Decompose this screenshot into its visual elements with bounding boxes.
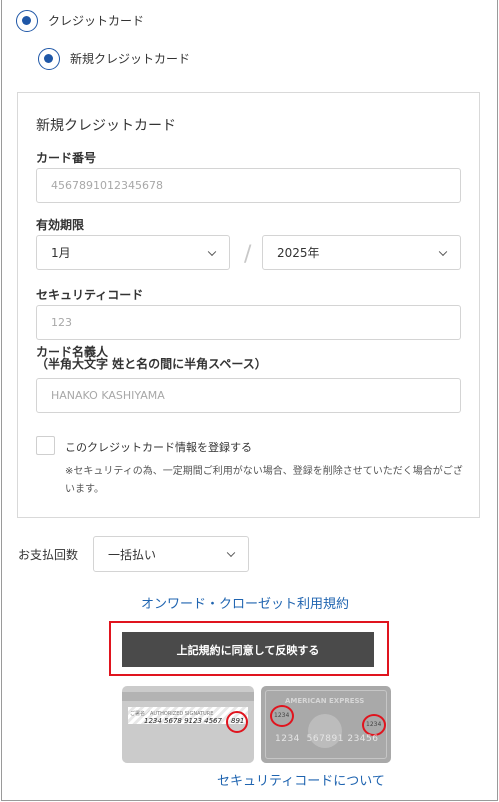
- chevron-down-icon: [438, 247, 448, 256]
- credit-card-radio[interactable]: [16, 10, 38, 32]
- new-card-radio[interactable]: [38, 48, 60, 70]
- highlight-circle: [226, 711, 248, 733]
- chevron-down-icon: [226, 548, 236, 558]
- save-card-checkbox[interactable]: [36, 436, 55, 455]
- installments-select[interactable]: 一括払い: [93, 536, 249, 572]
- card-holder-label: カード名義人 （半角大文字 姓と名の間に半角スペース）: [36, 346, 267, 370]
- expiry-month-select[interactable]: 1月: [36, 235, 230, 270]
- new-card-radio-label: 新規クレジットカード: [70, 52, 191, 66]
- expiry-separator: /: [244, 242, 252, 267]
- card-form-title: 新規クレジットカード: [36, 118, 176, 134]
- card-strip: [122, 692, 254, 701]
- highlight-circle: [362, 714, 386, 736]
- expiry-year-value: 2025年: [277, 246, 320, 260]
- security-code-info-link[interactable]: セキュリティコードについて: [217, 770, 385, 789]
- card-number-label: カード番号: [36, 151, 97, 165]
- save-card-label: このクレジットカード情報を登録する: [65, 441, 252, 454]
- expiry-label: 有効期限: [36, 218, 85, 232]
- highlight-circle: [270, 705, 294, 727]
- chevron-down-icon: [207, 247, 217, 256]
- expiry-year-select[interactable]: 2025年: [262, 235, 461, 270]
- security-code-input[interactable]: [36, 305, 461, 340]
- amex-numbers: 1234 567891 23456: [275, 734, 379, 744]
- agree-and-apply-button[interactable]: 上記規約に同意して反映する: [122, 632, 374, 667]
- installments-label: お支払回数: [18, 548, 79, 562]
- signature-small-text: ご署名／AUTHORIZED SIGNATURE: [130, 711, 214, 717]
- expiry-month-value: 1月: [51, 246, 71, 260]
- card-number-input[interactable]: [36, 168, 461, 203]
- installments-value: 一括払い: [108, 547, 157, 562]
- amex-brand: AMERICAN EXPRESS: [285, 697, 365, 705]
- terms-link[interactable]: オンワード・クローゼット利用規約: [141, 593, 349, 612]
- signature-card-image: ご署名／AUTHORIZED SIGNATURE 1234 5678 9123 …: [122, 686, 254, 763]
- card-holder-label-line2: （半角大文字 姓と名の間に半角スペース）: [36, 357, 267, 371]
- security-code-label: セキュリティコード: [36, 288, 144, 302]
- amex-card-image: AMERICAN EXPRESS 1234 1234 1234 567891 2…: [261, 686, 391, 763]
- save-card-note: ※セキュリティの為、一定期間ご利用がない場合、登録を削除させていただく場合がござ…: [65, 466, 463, 495]
- credit-card-radio-label: クレジットカード: [48, 14, 145, 28]
- card-holder-input[interactable]: [36, 378, 461, 413]
- signature-card-numbers: 1234 5678 9123 4567: [144, 717, 222, 725]
